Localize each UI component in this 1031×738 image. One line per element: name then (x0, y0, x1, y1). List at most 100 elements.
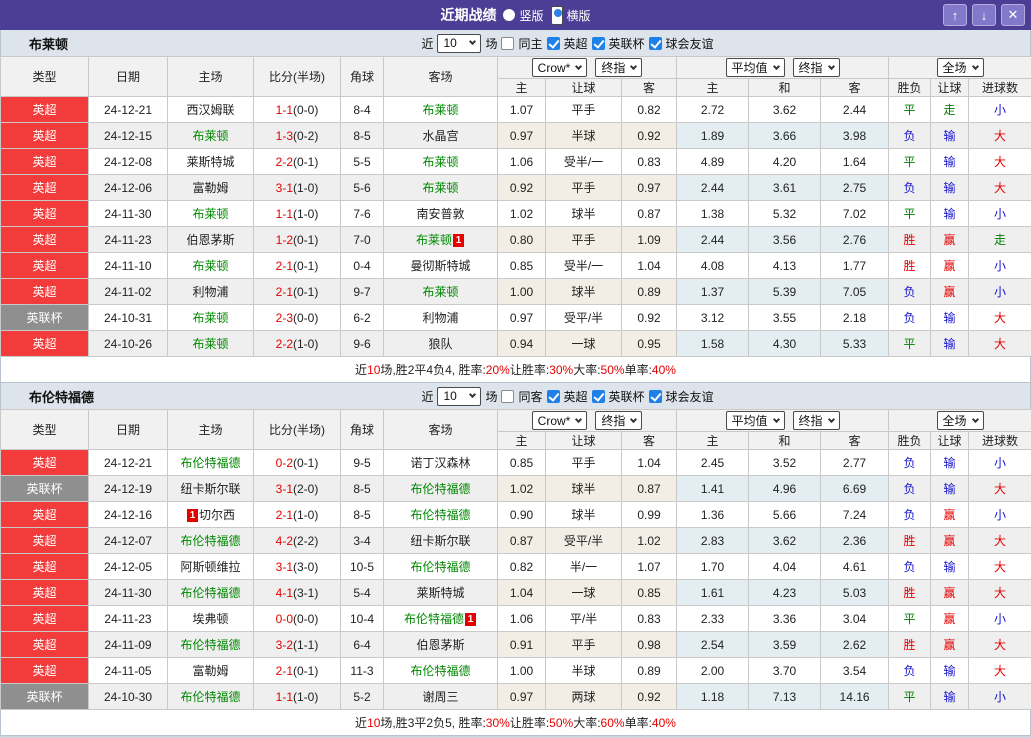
handicap-selects-cell: Crow* 终指 (498, 410, 677, 432)
match-count-select[interactable]: 10 (437, 387, 481, 406)
match-type-cell: 英超 (1, 97, 89, 123)
away-team-cell: 南安普敦 (384, 201, 498, 227)
handicap-line-cell: 球半 (546, 476, 622, 502)
league-checkbox-friendly[interactable] (649, 390, 662, 403)
odds-source-select[interactable]: 平均值 (726, 58, 785, 77)
handicap-final-select[interactable]: 终指 (595, 58, 642, 77)
odds-away-cell: 5.33 (821, 331, 889, 357)
handicap-home-odds-cell: 1.06 (498, 606, 546, 632)
league-label-friendly: 球会友谊 (666, 388, 714, 405)
corner-cell: 7-0 (341, 227, 384, 253)
match-type-cell: 英超 (1, 149, 89, 175)
handicap-away-odds-cell: 0.97 (622, 175, 677, 201)
match-date-cell: 24-11-30 (89, 580, 168, 606)
match-type-cell: 英联杯 (1, 476, 89, 502)
match-row: 英超24-12-06富勒姆3-1(1-0)5-6布莱顿0.92平手0.972.4… (1, 175, 1031, 201)
handicap-home-odds-cell: 0.91 (498, 632, 546, 658)
match-row: 英联杯24-12-19纽卡斯尔联3-1(2-0)8-5布伦特福德1.02球半0.… (1, 476, 1031, 502)
red-card-badge: 1 (465, 613, 476, 626)
handicap-final-select[interactable]: 终指 (595, 411, 642, 430)
summary-text: 近 (355, 714, 367, 731)
team-label: 曼彻斯特城 (410, 259, 470, 273)
layout-radio-vertical[interactable]: 竖版 (503, 7, 543, 24)
league-checkbox-premier[interactable] (547, 37, 560, 50)
summary-text: 场,胜3平2负5, 胜率: (380, 714, 485, 731)
odds-draw-cell: 3.36 (749, 606, 821, 632)
home-team-cell: 西汉姆联 (168, 97, 254, 123)
league-checkbox-cup[interactable] (592, 390, 605, 403)
summary-text: 大率: (573, 714, 600, 731)
team-name: 布伦特福德 (29, 387, 94, 406)
odds-draw-cell: 7.13 (749, 684, 821, 710)
team-label: 布莱顿 (422, 285, 458, 299)
close-button[interactable]: ✕ (1001, 4, 1025, 26)
odds-away-cell: 2.62 (821, 632, 889, 658)
match-type-cell: 英超 (1, 606, 89, 632)
home-team-cell: 布伦特福德 (168, 632, 254, 658)
corner-cell: 3-4 (341, 528, 384, 554)
odds-draw-cell: 3.56 (749, 227, 821, 253)
away-team-cell: 伯恩茅斯 (384, 632, 498, 658)
handicap-line-cell: 半球 (546, 123, 622, 149)
away-team-cell: 布莱顿 (384, 175, 498, 201)
odds-final-select[interactable]: 终指 (793, 411, 840, 430)
team-name: 布莱顿 (29, 34, 68, 53)
corner-cell: 9-5 (341, 450, 384, 476)
odds-home-cell: 3.12 (677, 305, 749, 331)
result-wdl-cell: 平 (889, 606, 931, 632)
match-type-cell: 英超 (1, 528, 89, 554)
result-scope-select[interactable]: 全场 (937, 58, 984, 77)
odds-home-cell: 1.58 (677, 331, 749, 357)
odds-final-select[interactable]: 终指 (793, 58, 840, 77)
team-label: 布莱顿 (422, 103, 458, 117)
odds-home-cell: 1.37 (677, 279, 749, 305)
radio-horizontal-icon[interactable] (551, 6, 563, 25)
layout-radio-horizontal[interactable]: 横版 (551, 6, 591, 25)
same-venue-checkbox[interactable] (501, 390, 514, 403)
summary-text: 50% (549, 716, 573, 730)
handicap-home-odds-cell: 0.87 (498, 528, 546, 554)
odds-away-cell: 3.04 (821, 606, 889, 632)
move-down-button[interactable]: ↓ (972, 4, 996, 26)
match-count-select[interactable]: 10 (437, 34, 481, 53)
result-handicap-cell: 输 (931, 305, 969, 331)
handicap-line-cell: 平手 (546, 632, 622, 658)
chevron-down-icon (772, 415, 779, 422)
result-goals-cell: 大 (969, 123, 1031, 149)
unit-label: 场 (485, 35, 497, 52)
league-checkbox-friendly[interactable] (649, 37, 662, 50)
result-wdl-cell: 胜 (889, 253, 931, 279)
results-table: 类型 日期 主场 比分(半场) 角球 客场 Crow* 终指 平均值 (0, 56, 1031, 357)
result-goals-cell: 小 (969, 253, 1031, 279)
home-team-cell: 布伦特福德 (168, 450, 254, 476)
match-date-cell: 24-11-05 (89, 658, 168, 684)
col-header-odds-draw: 和 (749, 432, 821, 450)
score-cell: 2-1(0-1) (254, 279, 341, 305)
result-handicap-cell: 走 (931, 97, 969, 123)
move-up-button[interactable]: ↑ (943, 4, 967, 26)
result-goals-cell: 大 (969, 149, 1031, 175)
result-scope-select[interactable]: 全场 (937, 411, 984, 430)
team-label: 布莱顿 (192, 337, 228, 351)
corner-cell: 8-5 (341, 476, 384, 502)
result-handicap-cell: 赢 (931, 632, 969, 658)
league-checkbox-cup[interactable] (592, 37, 605, 50)
corner-cell: 5-5 (341, 149, 384, 175)
same-venue-label: 同客 (518, 388, 542, 405)
odds-away-cell: 3.54 (821, 658, 889, 684)
result-goals-cell: 小 (969, 279, 1031, 305)
radio-vertical-icon[interactable] (503, 9, 515, 21)
league-checkbox-premier[interactable] (547, 390, 560, 403)
same-venue-checkbox[interactable] (501, 37, 514, 50)
home-team-cell: 埃弗顿 (168, 606, 254, 632)
handicap-source-select[interactable]: Crow* (532, 411, 588, 430)
corner-cell: 6-4 (341, 632, 384, 658)
handicap-source-select[interactable]: Crow* (532, 58, 588, 77)
result-handicap-cell: 输 (931, 658, 969, 684)
odds-source-select[interactable]: 平均值 (726, 411, 785, 430)
col-header-handicap-away: 客 (622, 79, 677, 97)
match-row: 英超24-12-07布伦特福德4-2(2-2)3-4纽卡斯尔联0.87受平/半1… (1, 528, 1031, 554)
handicap-away-odds-cell: 0.85 (622, 580, 677, 606)
team-label: 布伦特福德 (180, 638, 240, 652)
handicap-home-odds-cell: 0.90 (498, 502, 546, 528)
